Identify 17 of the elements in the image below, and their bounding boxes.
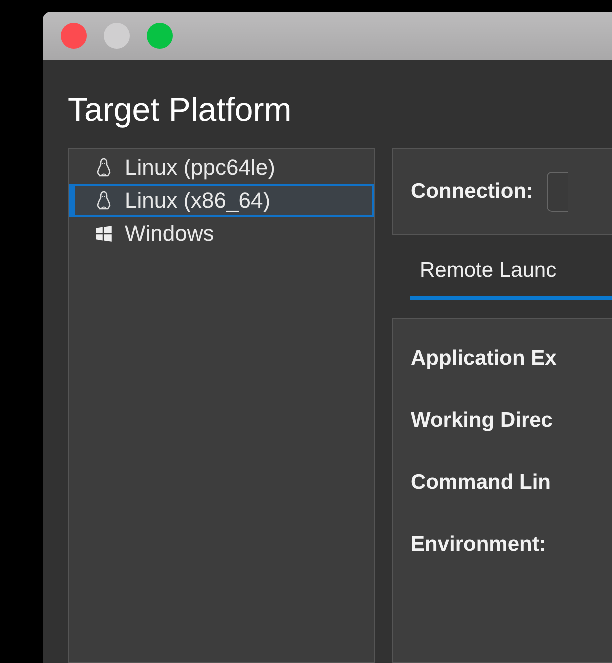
window-title: Target Platform — [68, 90, 293, 130]
field-label: Environment: — [411, 533, 548, 557]
connection-label: Connection: — [411, 180, 534, 204]
minimize-button[interactable] — [104, 23, 130, 49]
penguin-icon — [95, 190, 113, 210]
close-button[interactable] — [61, 23, 87, 49]
zoom-button[interactable] — [147, 23, 173, 49]
platform-item[interactable]: Linux (ppc64le) — [69, 151, 374, 184]
field-label: Application Ex — [411, 347, 558, 371]
field-label: Command Lin — [411, 471, 552, 495]
remote-launch-tab[interactable]: Remote Launc — [410, 253, 612, 300]
platform-item[interactable]: Windows — [69, 217, 374, 250]
connection-dropdown[interactable] — [547, 172, 568, 212]
platform-item[interactable]: Linux (x86_64) — [69, 184, 374, 217]
windows-icon — [95, 224, 113, 244]
field-label: Working Direc — [411, 409, 554, 433]
penguin-icon — [95, 158, 113, 178]
